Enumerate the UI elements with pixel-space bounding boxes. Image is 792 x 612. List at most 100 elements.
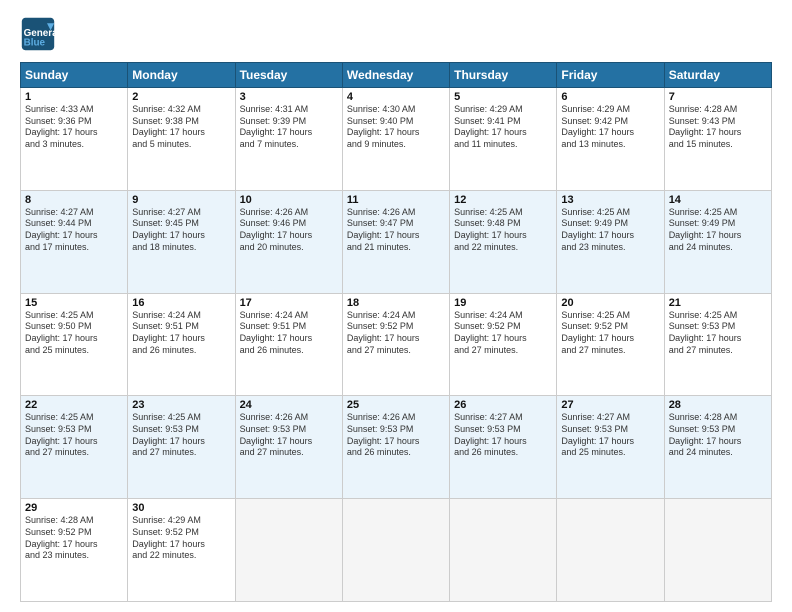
empty-cell bbox=[450, 499, 557, 602]
day-number: 21 bbox=[669, 297, 767, 309]
day-info: Sunrise: 4:25 AMSunset: 9:53 PMDaylight:… bbox=[25, 412, 123, 459]
svg-text:Blue: Blue bbox=[24, 38, 46, 49]
empty-cell bbox=[235, 499, 342, 602]
day-number: 29 bbox=[25, 502, 123, 514]
day-cell-29: 29Sunrise: 4:28 AMSunset: 9:52 PMDayligh… bbox=[21, 499, 128, 602]
day-cell-8: 8Sunrise: 4:27 AMSunset: 9:44 PMDaylight… bbox=[21, 190, 128, 293]
day-cell-18: 18Sunrise: 4:24 AMSunset: 9:52 PMDayligh… bbox=[342, 293, 449, 396]
weekday-header-thursday: Thursday bbox=[450, 63, 557, 88]
day-cell-23: 23Sunrise: 4:25 AMSunset: 9:53 PMDayligh… bbox=[128, 396, 235, 499]
calendar-week-5: 29Sunrise: 4:28 AMSunset: 9:52 PMDayligh… bbox=[21, 499, 772, 602]
calendar-header: SundayMondayTuesdayWednesdayThursdayFrid… bbox=[21, 63, 772, 88]
day-info: Sunrise: 4:24 AMSunset: 9:52 PMDaylight:… bbox=[454, 310, 552, 357]
calendar-week-2: 8Sunrise: 4:27 AMSunset: 9:44 PMDaylight… bbox=[21, 190, 772, 293]
day-info: Sunrise: 4:29 AMSunset: 9:52 PMDaylight:… bbox=[132, 515, 230, 562]
day-info: Sunrise: 4:29 AMSunset: 9:41 PMDaylight:… bbox=[454, 104, 552, 151]
day-cell-19: 19Sunrise: 4:24 AMSunset: 9:52 PMDayligh… bbox=[450, 293, 557, 396]
day-info: Sunrise: 4:32 AMSunset: 9:38 PMDaylight:… bbox=[132, 104, 230, 151]
day-number: 22 bbox=[25, 399, 123, 411]
day-cell-10: 10Sunrise: 4:26 AMSunset: 9:46 PMDayligh… bbox=[235, 190, 342, 293]
day-number: 14 bbox=[669, 194, 767, 206]
day-cell-12: 12Sunrise: 4:25 AMSunset: 9:48 PMDayligh… bbox=[450, 190, 557, 293]
day-number: 28 bbox=[669, 399, 767, 411]
day-info: Sunrise: 4:25 AMSunset: 9:50 PMDaylight:… bbox=[25, 310, 123, 357]
calendar-week-1: 1Sunrise: 4:33 AMSunset: 9:36 PMDaylight… bbox=[21, 88, 772, 191]
day-number: 19 bbox=[454, 297, 552, 309]
day-info: Sunrise: 4:27 AMSunset: 9:53 PMDaylight:… bbox=[454, 412, 552, 459]
day-cell-14: 14Sunrise: 4:25 AMSunset: 9:49 PMDayligh… bbox=[664, 190, 771, 293]
day-number: 24 bbox=[240, 399, 338, 411]
day-cell-5: 5Sunrise: 4:29 AMSunset: 9:41 PMDaylight… bbox=[450, 88, 557, 191]
day-cell-11: 11Sunrise: 4:26 AMSunset: 9:47 PMDayligh… bbox=[342, 190, 449, 293]
day-info: Sunrise: 4:25 AMSunset: 9:53 PMDaylight:… bbox=[669, 310, 767, 357]
day-cell-24: 24Sunrise: 4:26 AMSunset: 9:53 PMDayligh… bbox=[235, 396, 342, 499]
day-info: Sunrise: 4:33 AMSunset: 9:36 PMDaylight:… bbox=[25, 104, 123, 151]
day-info: Sunrise: 4:27 AMSunset: 9:44 PMDaylight:… bbox=[25, 207, 123, 254]
day-cell-4: 4Sunrise: 4:30 AMSunset: 9:40 PMDaylight… bbox=[342, 88, 449, 191]
weekday-header-tuesday: Tuesday bbox=[235, 63, 342, 88]
day-number: 11 bbox=[347, 194, 445, 206]
day-number: 5 bbox=[454, 91, 552, 103]
empty-cell bbox=[664, 499, 771, 602]
weekday-header-saturday: Saturday bbox=[664, 63, 771, 88]
day-cell-28: 28Sunrise: 4:28 AMSunset: 9:53 PMDayligh… bbox=[664, 396, 771, 499]
day-number: 17 bbox=[240, 297, 338, 309]
calendar-week-4: 22Sunrise: 4:25 AMSunset: 9:53 PMDayligh… bbox=[21, 396, 772, 499]
day-cell-9: 9Sunrise: 4:27 AMSunset: 9:45 PMDaylight… bbox=[128, 190, 235, 293]
day-info: Sunrise: 4:31 AMSunset: 9:39 PMDaylight:… bbox=[240, 104, 338, 151]
day-number: 13 bbox=[561, 194, 659, 206]
day-number: 20 bbox=[561, 297, 659, 309]
day-info: Sunrise: 4:25 AMSunset: 9:52 PMDaylight:… bbox=[561, 310, 659, 357]
day-cell-22: 22Sunrise: 4:25 AMSunset: 9:53 PMDayligh… bbox=[21, 396, 128, 499]
empty-cell bbox=[342, 499, 449, 602]
day-info: Sunrise: 4:24 AMSunset: 9:51 PMDaylight:… bbox=[132, 310, 230, 357]
day-number: 3 bbox=[240, 91, 338, 103]
day-cell-25: 25Sunrise: 4:26 AMSunset: 9:53 PMDayligh… bbox=[342, 396, 449, 499]
day-info: Sunrise: 4:28 AMSunset: 9:53 PMDaylight:… bbox=[669, 412, 767, 459]
calendar-table: SundayMondayTuesdayWednesdayThursdayFrid… bbox=[20, 62, 772, 602]
day-cell-6: 6Sunrise: 4:29 AMSunset: 9:42 PMDaylight… bbox=[557, 88, 664, 191]
day-info: Sunrise: 4:24 AMSunset: 9:51 PMDaylight:… bbox=[240, 310, 338, 357]
day-info: Sunrise: 4:27 AMSunset: 9:45 PMDaylight:… bbox=[132, 207, 230, 254]
day-cell-2: 2Sunrise: 4:32 AMSunset: 9:38 PMDaylight… bbox=[128, 88, 235, 191]
logo: General Blue bbox=[20, 16, 60, 52]
day-info: Sunrise: 4:26 AMSunset: 9:53 PMDaylight:… bbox=[347, 412, 445, 459]
day-cell-20: 20Sunrise: 4:25 AMSunset: 9:52 PMDayligh… bbox=[557, 293, 664, 396]
day-info: Sunrise: 4:28 AMSunset: 9:52 PMDaylight:… bbox=[25, 515, 123, 562]
day-number: 9 bbox=[132, 194, 230, 206]
day-cell-27: 27Sunrise: 4:27 AMSunset: 9:53 PMDayligh… bbox=[557, 396, 664, 499]
day-info: Sunrise: 4:26 AMSunset: 9:46 PMDaylight:… bbox=[240, 207, 338, 254]
day-info: Sunrise: 4:24 AMSunset: 9:52 PMDaylight:… bbox=[347, 310, 445, 357]
day-number: 12 bbox=[454, 194, 552, 206]
day-number: 6 bbox=[561, 91, 659, 103]
day-cell-7: 7Sunrise: 4:28 AMSunset: 9:43 PMDaylight… bbox=[664, 88, 771, 191]
day-number: 8 bbox=[25, 194, 123, 206]
day-info: Sunrise: 4:29 AMSunset: 9:42 PMDaylight:… bbox=[561, 104, 659, 151]
day-info: Sunrise: 4:27 AMSunset: 9:53 PMDaylight:… bbox=[561, 412, 659, 459]
day-cell-17: 17Sunrise: 4:24 AMSunset: 9:51 PMDayligh… bbox=[235, 293, 342, 396]
day-cell-16: 16Sunrise: 4:24 AMSunset: 9:51 PMDayligh… bbox=[128, 293, 235, 396]
day-info: Sunrise: 4:28 AMSunset: 9:43 PMDaylight:… bbox=[669, 104, 767, 151]
weekday-header-wednesday: Wednesday bbox=[342, 63, 449, 88]
day-number: 25 bbox=[347, 399, 445, 411]
day-info: Sunrise: 4:25 AMSunset: 9:53 PMDaylight:… bbox=[132, 412, 230, 459]
calendar-body: 1Sunrise: 4:33 AMSunset: 9:36 PMDaylight… bbox=[21, 88, 772, 602]
day-number: 7 bbox=[669, 91, 767, 103]
day-number: 4 bbox=[347, 91, 445, 103]
day-number: 26 bbox=[454, 399, 552, 411]
day-info: Sunrise: 4:26 AMSunset: 9:53 PMDaylight:… bbox=[240, 412, 338, 459]
page: General Blue SundayMondayTuesdayWednesda… bbox=[0, 0, 792, 612]
day-info: Sunrise: 4:26 AMSunset: 9:47 PMDaylight:… bbox=[347, 207, 445, 254]
day-info: Sunrise: 4:25 AMSunset: 9:49 PMDaylight:… bbox=[561, 207, 659, 254]
day-cell-21: 21Sunrise: 4:25 AMSunset: 9:53 PMDayligh… bbox=[664, 293, 771, 396]
logo-icon: General Blue bbox=[20, 16, 56, 52]
day-number: 15 bbox=[25, 297, 123, 309]
header: General Blue bbox=[20, 16, 772, 52]
day-info: Sunrise: 4:25 AMSunset: 9:48 PMDaylight:… bbox=[454, 207, 552, 254]
day-cell-3: 3Sunrise: 4:31 AMSunset: 9:39 PMDaylight… bbox=[235, 88, 342, 191]
weekday-row: SundayMondayTuesdayWednesdayThursdayFrid… bbox=[21, 63, 772, 88]
day-number: 27 bbox=[561, 399, 659, 411]
day-cell-1: 1Sunrise: 4:33 AMSunset: 9:36 PMDaylight… bbox=[21, 88, 128, 191]
day-cell-13: 13Sunrise: 4:25 AMSunset: 9:49 PMDayligh… bbox=[557, 190, 664, 293]
weekday-header-friday: Friday bbox=[557, 63, 664, 88]
